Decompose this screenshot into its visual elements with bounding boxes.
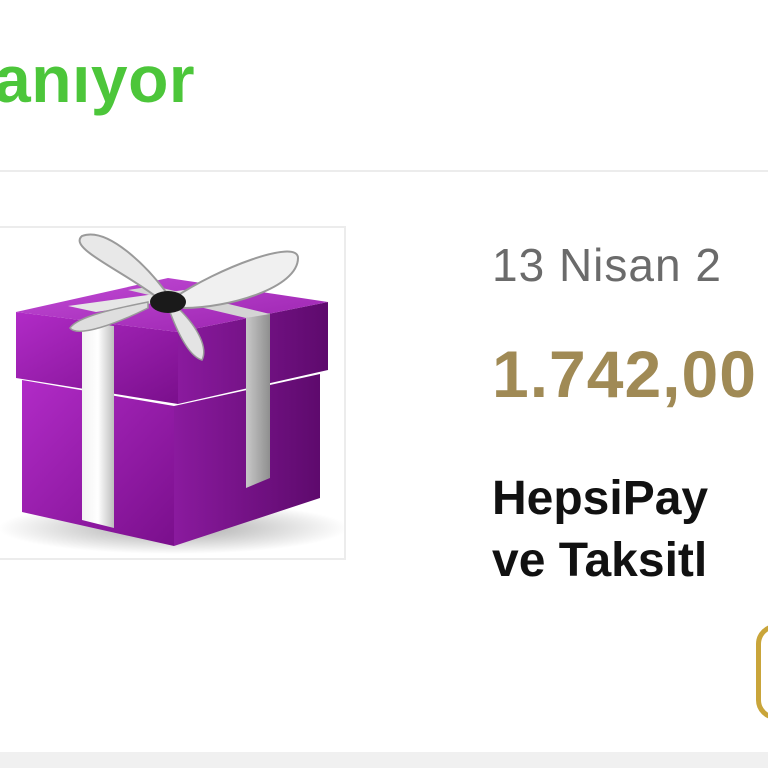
- order-title: HepsiPay ve Taksitl: [492, 468, 768, 592]
- order-price: 1.742,00: [492, 337, 757, 411]
- order-date: 13 Nisan 2: [492, 239, 722, 291]
- order-status-text: anıyor: [0, 42, 196, 116]
- product-thumbnail[interactable]: [0, 226, 346, 560]
- list-separator-strip: [0, 752, 768, 768]
- gift-box-icon: [0, 233, 344, 554]
- order-status-header: anıyor: [0, 0, 768, 170]
- order-action-button[interactable]: [756, 624, 768, 720]
- order-title-line-1: HepsiPay: [492, 472, 709, 525]
- order-card[interactable]: 13 Nisan 2 1.742,00 HepsiPay ve Taksitl: [0, 172, 768, 754]
- order-title-line-2: ve Taksitl: [492, 534, 708, 587]
